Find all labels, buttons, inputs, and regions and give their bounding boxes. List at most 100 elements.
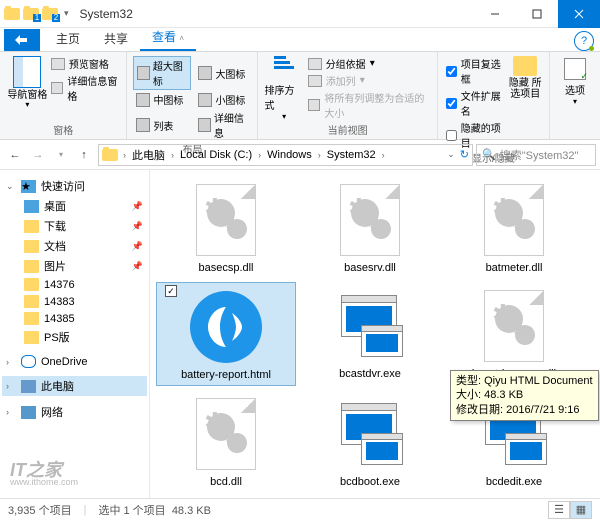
item-checkboxes-toggle[interactable]: 项目复选框 [446,56,504,86]
sort-by-button[interactable]: 排序方式▾ [264,56,303,122]
main-content: ⌄★快速访问 桌面📌 下载📌 文档📌 图片📌 14376 14383 14385… [0,170,600,498]
qat-1[interactable]: 1 [23,8,39,20]
ribbon: 导航窗格▾ 预览窗格 详细信息窗格 窗格 超大图标 大图标 中图标 小图标 列表… [0,52,600,140]
onedrive-icon [21,355,36,368]
file-label: bcdboot.exe [340,476,400,488]
qat-dropdown-icon[interactable]: ▾ [61,8,72,19]
breadcrumb-segment[interactable]: Local Disk (C:) [179,149,253,161]
chevron-right-icon[interactable]: › [120,150,129,160]
chevron-right-icon[interactable]: › [168,150,177,160]
tree-quick-access[interactable]: ⌄★快速访问 [2,176,147,196]
hide-selected-button[interactable]: 隐藏 所选项目 [507,56,543,150]
file-menu-button[interactable] [4,29,40,51]
ribbon-group-layout: 超大图标 大图标 中图标 小图标 列表 详细信息 布局 [127,52,258,139]
desktop-icon [24,200,39,213]
tree-item[interactable]: 图片📌 [2,256,147,276]
file-item[interactable]: basesrv.dll [300,176,440,278]
help-button[interactable]: ? [574,31,594,51]
options-button[interactable]: 选项▾ [556,56,594,106]
view-extra-large-icons[interactable]: 超大图标 [133,56,191,90]
preview-pane-button[interactable]: 预览窗格 [51,56,121,71]
preview-pane-icon [51,58,65,70]
file-item[interactable]: ✓battery-report.html [156,282,296,386]
up-button[interactable]: ↑ [73,144,95,166]
tree-item[interactable]: 下载📌 [2,216,147,236]
view-list[interactable]: 列表 [133,109,191,141]
view-details[interactable]: 详细信息 [195,109,251,141]
tree-item[interactable]: 14376 [2,276,147,293]
chevron-right-icon[interactable]: › [379,150,388,160]
window-icon[interactable] [4,8,20,20]
dll-file-icon [340,184,400,256]
breadcrumb-segment[interactable]: 此电脑 [131,147,166,163]
icons-view-toggle[interactable]: ▦ [570,501,592,519]
chevron-right-icon[interactable]: › [255,150,264,160]
status-total: 3,935 个项目 [8,502,72,518]
file-item[interactable]: bcd.dll [156,390,296,492]
breadcrumb-segment[interactable]: Windows [266,149,313,161]
search-input[interactable]: 🔍 搜索"System32" [476,144,596,166]
navigation-pane-button[interactable]: 导航窗格▾ [6,56,49,122]
file-item[interactable]: bcdboot.exe [300,390,440,492]
quick-access-toolbar: 1 2 ▾ [0,8,72,20]
refresh-button[interactable]: ↻ [460,148,469,161]
recent-locations-button[interactable]: ▾ [50,144,72,166]
file-view[interactable]: basecsp.dll basesrv.dll batmeter.dll ✓batte… [150,170,600,498]
dll-file-icon [196,184,256,256]
view-large-icons[interactable]: 大图标 [195,56,251,90]
tree-onedrive[interactable]: ›OneDrive [2,353,147,370]
details-view-toggle[interactable]: ☰ [548,501,570,519]
tab-view[interactable]: 查看 ˄ [140,24,196,51]
selection-checkbox[interactable]: ✓ [165,285,177,297]
file-item[interactable]: bcastdvr.exe [300,282,440,386]
add-columns-button[interactable]: 添加列▾ [308,73,431,88]
tree-item[interactable]: 14383 [2,293,147,310]
file-item[interactable]: batmeter.dll [444,176,584,278]
forward-button[interactable]: → [27,144,49,166]
window-title: System32 [80,7,133,21]
tab-home[interactable]: 主页 [44,26,92,51]
chevron-right-icon[interactable]: › [315,150,324,160]
pin-icon: 📌 [132,201,143,212]
status-bar: 3,935 个项目 | 选中 1 个项目 48.3 KB ☰ ▦ [0,498,600,520]
view-medium-icons[interactable]: 中图标 [133,91,191,108]
file-tooltip: 类型: Qiyu HTML Document 大小: 48.3 KB 修改日期:… [450,370,599,421]
view-small-icons[interactable]: 小图标 [195,91,251,108]
status-selection: 选中 1 个项目 48.3 KB [98,502,211,518]
collapse-ribbon-icon[interactable]: ˄ [179,34,184,43]
tree-this-pc[interactable]: ›此电脑 [2,376,147,396]
ribbon-group-current-view: 排序方式▾ 分组依据▾ 添加列▾ 将所有列调整为合适的大小 当前视图 [258,52,437,139]
autosize-columns-button[interactable]: 将所有列调整为合适的大小 [308,90,431,120]
pin-icon: 📌 [132,261,143,272]
minimize-button[interactable] [474,0,516,28]
tree-item[interactable]: 文档📌 [2,236,147,256]
tree-item[interactable]: 桌面📌 [2,196,147,216]
search-placeholder: 搜索"System32" [500,147,579,163]
documents-icon [24,240,39,253]
back-button[interactable]: ← [4,144,26,166]
details-pane-button[interactable]: 详细信息窗格 [51,73,121,103]
qat-2[interactable]: 2 [42,8,58,20]
file-label: basesrv.dll [344,262,396,274]
close-button[interactable] [558,0,600,28]
tree-item[interactable]: 14385 [2,310,147,327]
navigation-pane-icon [13,56,41,88]
tab-share[interactable]: 共享 [92,26,140,51]
details-pane-icon [51,82,64,94]
breadcrumb[interactable]: › 此电脑› Local Disk (C:)› Windows› System3… [98,144,473,166]
file-label: batmeter.dll [486,262,543,274]
address-dropdown-icon[interactable]: ⌄ [444,149,458,160]
tree-item[interactable]: PS版 [2,327,147,347]
tree-network[interactable]: ›网络 [2,402,147,422]
html-file-icon [190,291,262,363]
file-extensions-toggle[interactable]: 文件扩展名 [446,88,504,118]
pin-icon: 📌 [132,241,143,252]
file-label: bcastdvr.exe [339,368,401,380]
file-item[interactable]: basecsp.dll [156,176,296,278]
group-by-button[interactable]: 分组依据▾ [308,56,431,71]
file-label: bcd.dll [210,476,242,488]
maximize-button[interactable] [516,0,558,28]
breadcrumb-segment[interactable]: System32 [326,149,377,161]
title-bar: 1 2 ▾ System32 [0,0,600,28]
folder-icon [24,278,39,291]
